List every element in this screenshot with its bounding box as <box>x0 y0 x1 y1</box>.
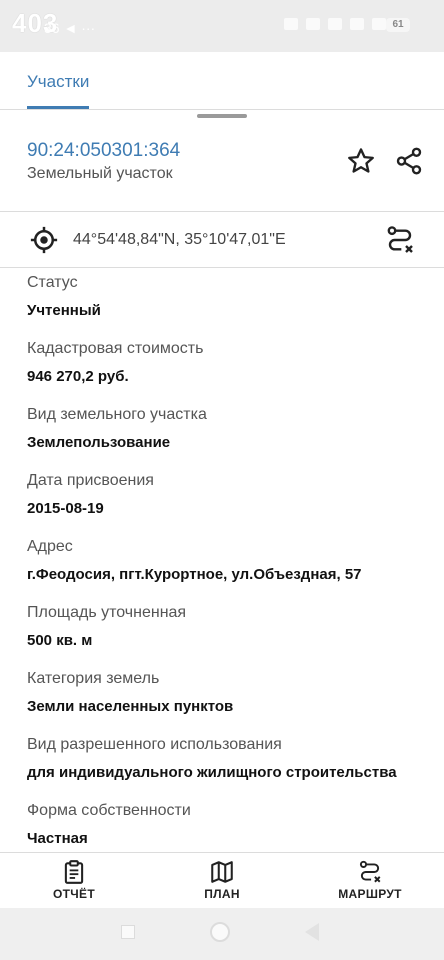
field-label: Статус <box>27 274 78 291</box>
field-value: Земли населенных пунктов <box>27 698 234 715</box>
field-label: Кадастровая стоимость <box>27 340 204 357</box>
field-value: 946 270,2 руб. <box>27 368 129 385</box>
bluetooth-icon <box>284 18 298 30</box>
field-label: Форма собственности <box>27 802 191 819</box>
tab-bar: Участки <box>0 52 444 118</box>
share-button[interactable] <box>392 144 426 178</box>
report-label: ОТЧЁТ <box>53 887 95 901</box>
parcel-info-list: Статус Учтенный Кадастровая стоимость 94… <box>27 268 427 862</box>
cadastral-number[interactable]: 90:24:050301:364 <box>27 140 180 162</box>
home-button[interactable] <box>210 922 230 942</box>
coordinates-text[interactable]: 44°54'48,84"N, 35°10'47,01"E <box>73 231 286 249</box>
coordinates-row: 44°54'48,84"N, 35°10'47,01"E <box>0 212 444 268</box>
field-value: Землепользование <box>27 434 171 451</box>
parcel-type: Земельный участок <box>27 165 173 182</box>
field-value: Учтенный <box>27 302 101 319</box>
field-permitted-use: Вид разрешенного использования для индив… <box>27 730 427 796</box>
target-icon[interactable] <box>29 225 59 255</box>
route-button[interactable]: МАРШРУТ <box>325 859 415 901</box>
field-label: Вид разрешенного использования <box>27 736 282 753</box>
field-label: Дата присвоения <box>27 472 154 489</box>
field-status: Статус Учтенный <box>27 268 427 334</box>
field-label: Адрес <box>27 538 73 555</box>
route-icon <box>359 860 381 883</box>
mute-icon <box>306 18 320 30</box>
field-parcel-kind: Вид земельного участка Землепользование <box>27 400 427 466</box>
tab-parcels[interactable]: Участки <box>27 72 89 92</box>
field-cadastral-value: Кадастровая стоимость 946 270,2 руб. <box>27 334 427 400</box>
route-label: МАРШРУТ <box>338 887 402 901</box>
field-label: Вид земельного участка <box>27 406 207 423</box>
bottom-toolbar: ОТЧЁТ ПЛАН МАРШРУТ <box>0 852 444 908</box>
field-value: г.Феодосия, пгт.Курортное, ул.Объездная,… <box>27 566 362 583</box>
sim-icon <box>350 18 364 30</box>
field-area: Площадь уточненная 500 кв. м <box>27 598 427 664</box>
report-button[interactable]: ОТЧЁТ <box>29 859 119 901</box>
battery-icon: 61 <box>386 18 410 32</box>
report-icon <box>64 860 84 884</box>
favorite-button[interactable] <box>344 144 378 178</box>
route-icon[interactable] <box>384 224 416 256</box>
plan-button[interactable]: ПЛАН <box>177 859 267 901</box>
status-bar: 403 36 ◄ ··· 61 <box>0 0 444 52</box>
field-land-category: Категория земель Земли населенных пункто… <box>27 664 427 730</box>
field-label: Площадь уточненная <box>27 604 187 621</box>
field-value: для индивидуального жилищного строительс… <box>27 764 397 781</box>
field-label: Категория земель <box>27 670 160 687</box>
tab-active-indicator <box>27 106 89 109</box>
field-value: 500 кв. м <box>27 632 93 649</box>
status-notifications: 36 ◄ ··· <box>44 20 96 36</box>
field-assignment-date: Дата присвоения 2015-08-19 <box>27 466 427 532</box>
signal-icon-2 <box>372 18 386 30</box>
share-icon <box>396 147 422 175</box>
field-value: 2015-08-19 <box>27 500 104 517</box>
field-value: Частная <box>27 830 88 847</box>
field-address: Адрес г.Феодосия, пгт.Курортное, ул.Объе… <box>27 532 427 598</box>
plan-label: ПЛАН <box>204 887 240 901</box>
recents-button[interactable] <box>121 925 135 939</box>
back-button[interactable] <box>305 923 319 941</box>
map-icon <box>211 861 233 883</box>
system-nav-bar <box>0 908 444 960</box>
star-icon <box>348 148 374 173</box>
parcel-header: 90:24:050301:364 Земельный участок <box>0 110 444 212</box>
signal-icon <box>328 18 342 30</box>
